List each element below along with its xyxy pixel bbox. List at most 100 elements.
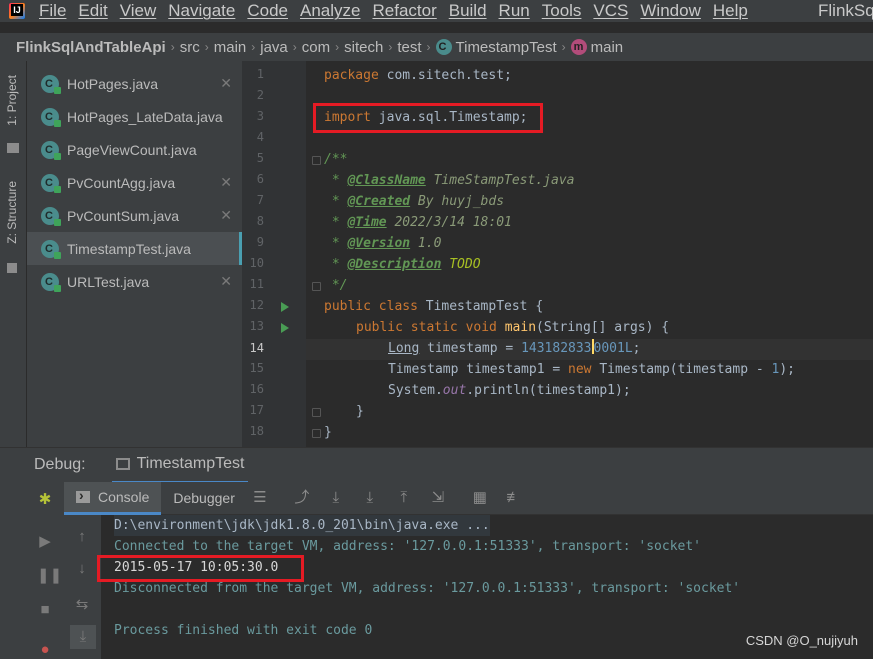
breadcrumb-separator-icon: ›	[561, 40, 566, 54]
code-function: main	[504, 320, 537, 335]
file-tab-label: HotPages_LateData.java	[67, 108, 223, 125]
structure-icon	[7, 263, 17, 273]
menu-window[interactable]: Window	[640, 1, 700, 21]
code-line-10: * @Description TODO	[324, 254, 481, 275]
menu-build[interactable]: Build	[449, 1, 487, 21]
down-arrow-icon[interactable]: ↓	[74, 561, 90, 577]
menu-view[interactable]: View	[120, 1, 157, 21]
debug-toolbar: Console Debugger ☰ ⤴ ⤓ ⤓ ⤒ ⇲ ▦ ≢	[64, 481, 873, 515]
code-comment: *	[324, 173, 348, 188]
close-icon[interactable]: ✕	[220, 174, 232, 191]
step-over-icon[interactable]: ⤓	[327, 489, 345, 507]
breadcrumb-test[interactable]: test	[397, 39, 421, 56]
menu-edit[interactable]: Edit	[78, 1, 107, 21]
trace-icon[interactable]: ≢	[505, 489, 523, 507]
file-tab-hotpages-latedata[interactable]: HotPages_LateData.java	[27, 100, 242, 133]
code-keyword: public static void	[356, 320, 497, 335]
code-line-13: public static void main(String[] args) {	[356, 317, 669, 338]
file-tab-label: TimestampTest.java	[67, 240, 191, 257]
menu-vcs[interactable]: VCS	[593, 1, 628, 21]
file-tab-pvcountsum[interactable]: PvCountSum.java ✕	[27, 199, 242, 232]
soft-wrap-icon[interactable]: ⇆	[74, 597, 90, 613]
code-line-12: public class TimestampTest {	[324, 296, 543, 317]
evaluate-expression-icon[interactable]: ▦	[471, 489, 489, 507]
tab-console[interactable]: Console	[64, 481, 162, 515]
breadcrumb: FlinkSqlAndTableApi › src › main › java …	[0, 33, 873, 61]
breadcrumb-java[interactable]: java	[260, 39, 288, 56]
line-number: 16	[249, 382, 264, 396]
close-icon[interactable]: ✕	[220, 75, 232, 92]
menu-navigate[interactable]: Navigate	[168, 1, 235, 21]
resume-icon[interactable]: ▶	[37, 534, 53, 550]
menu-refactor[interactable]: Refactor	[372, 1, 436, 21]
project-tool-tab[interactable]: 1: Project	[5, 75, 19, 126]
file-tab-pageviewcount[interactable]: PageViewCount.java	[27, 133, 242, 166]
breadcrumb-src[interactable]: src	[180, 39, 200, 56]
run-to-cursor-icon[interactable]: ⇲	[429, 489, 447, 507]
intellij-logo-icon	[9, 3, 25, 19]
code-line-5: /**	[324, 152, 348, 167]
code-text: .println(timestamp1);	[466, 383, 631, 398]
debug-bug-icon[interactable]: ✱	[37, 492, 53, 508]
run-gutter-icon[interactable]	[281, 302, 289, 312]
tab-debugger-label: Debugger	[173, 490, 235, 506]
close-icon[interactable]: ✕	[220, 273, 232, 290]
java-class-icon	[41, 239, 61, 259]
editor-gutter: 1 2 3 4 5 6 7 8 9 10 11 12 13 14 15 16 1…	[242, 61, 306, 447]
menu-run[interactable]: Run	[499, 1, 530, 21]
scroll-to-end-icon[interactable]: ⤓	[70, 625, 96, 649]
code-line-17: }	[356, 404, 364, 419]
breadcrumb-main[interactable]: main	[214, 39, 247, 56]
menu-tools[interactable]: Tools	[542, 1, 582, 21]
editor-tabs-panel: HotPages.java ✕ HotPages_LateData.java P…	[27, 61, 242, 447]
menu-help[interactable]: Help	[713, 1, 748, 21]
code-editor[interactable]: 1 2 3 4 5 6 7 8 9 10 11 12 13 14 15 16 1…	[242, 61, 873, 447]
pause-icon[interactable]: ❚❚	[37, 568, 62, 584]
breadcrumb-method[interactable]: main	[591, 39, 624, 56]
stop-icon[interactable]: ■	[37, 602, 53, 618]
fold-icon[interactable]	[312, 282, 321, 291]
code-line-11: */	[324, 278, 348, 293]
code-line-9: * @Version 1.0	[324, 233, 442, 254]
code-text: timestamp =	[419, 341, 522, 356]
file-tab-urltest[interactable]: URLTest.java ✕	[27, 265, 242, 298]
breadcrumb-com[interactable]: com	[302, 39, 330, 56]
menu-code[interactable]: Code	[247, 1, 288, 21]
close-icon[interactable]: ✕	[220, 207, 232, 224]
code-text: com.sitech.test;	[378, 68, 512, 83]
show-execution-point-icon[interactable]: ⤴	[293, 489, 311, 507]
code-text: ;	[632, 341, 641, 356]
debug-session-tab[interactable]: TimestampTest	[111, 448, 249, 483]
line-number: 8	[256, 214, 264, 228]
structure-tool-tab[interactable]: Z: Structure	[5, 181, 19, 244]
layout-menu-icon[interactable]: ☰	[251, 489, 269, 507]
file-tab-hotpages[interactable]: HotPages.java ✕	[27, 67, 242, 100]
file-tab-pvcountagg[interactable]: PvCountAgg.java ✕	[27, 166, 242, 199]
file-tab-label: PvCountSum.java	[67, 207, 180, 224]
console-line-connected: Connected to the target VM, address: '12…	[114, 539, 701, 554]
breadcrumb-file[interactable]: TimestampTest	[456, 39, 557, 56]
java-class-icon	[41, 272, 61, 292]
fold-icon[interactable]	[312, 408, 321, 417]
folder-icon	[7, 143, 19, 153]
step-into-icon[interactable]: ⤓	[361, 489, 379, 507]
breadcrumb-project[interactable]: FlinkSqlAndTableApi	[16, 39, 166, 56]
breadcrumb-sitech[interactable]: sitech	[344, 39, 383, 56]
line-number-current: 14	[249, 341, 264, 355]
line-number: 10	[249, 256, 264, 270]
fold-icon[interactable]	[312, 429, 321, 438]
file-tab-timestamptest[interactable]: TimestampTest.java	[27, 232, 242, 265]
step-out-icon[interactable]: ⤒	[395, 489, 413, 507]
menu-file[interactable]: File	[39, 1, 66, 21]
view-breakpoints-icon[interactable]: ●	[37, 642, 53, 658]
fold-icon[interactable]	[312, 156, 321, 165]
console-icon	[76, 487, 90, 503]
up-arrow-icon[interactable]: ↑	[74, 529, 90, 545]
menu-analyze[interactable]: Analyze	[300, 1, 360, 21]
tab-debugger[interactable]: Debugger	[161, 482, 247, 515]
line-number: 12	[249, 298, 264, 312]
line-number: 7	[256, 193, 264, 207]
breadcrumb-separator-icon: ›	[251, 40, 256, 54]
run-gutter-icon[interactable]	[281, 323, 289, 333]
code-text: TimestampTest {	[417, 299, 544, 314]
